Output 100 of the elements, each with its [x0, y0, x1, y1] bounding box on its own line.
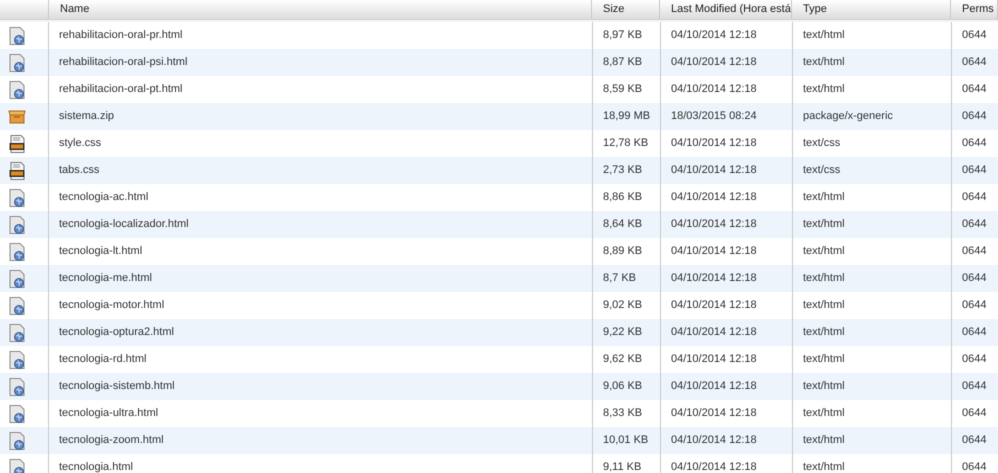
table-cell-text: 0644 — [962, 433, 986, 448]
table-cell-text: text/html — [803, 325, 845, 340]
table-cell-text: text/html — [803, 190, 845, 206]
web-page-icon — [9, 458, 25, 473]
table-cell-text: text/html — [803, 433, 845, 448]
table-cell-text: tecnologia-sistemb.html — [59, 379, 175, 394]
web-page-icon — [9, 242, 25, 260]
web-page-icon — [9, 270, 25, 288]
web-page-icon — [9, 80, 25, 98]
table-cell-text: 04/10/2014 12:18 — [671, 190, 757, 206]
web-page-icon — [9, 350, 25, 368]
table-cell-text: 04/10/2014 12:18 — [671, 298, 757, 314]
table-cell-text: 04/10/2014 12:18 — [671, 433, 757, 448]
table-cell-text: 9,11 KB — [603, 460, 642, 473]
table-cell-text: text/html — [803, 298, 845, 314]
css-file-icon — [9, 134, 25, 152]
table-cell-text: 04/10/2014 12:18 — [671, 55, 757, 70]
table-cell-text: text/html — [803, 244, 845, 260]
web-page-icon — [9, 404, 25, 422]
table-cell-text: 0644 — [962, 352, 986, 368]
table-cell-text: 04/10/2014 12:18 — [671, 460, 757, 473]
table-cell-text: 9,06 KB — [603, 379, 642, 394]
table-cell-text: rehabilitacion-oral-pr.html — [59, 28, 182, 44]
table-cell-text: 04/10/2014 12:18 — [671, 352, 757, 368]
table-cell-text: tecnologia-me.html — [59, 271, 152, 286]
table-cell-text: 04/10/2014 12:18 — [671, 271, 757, 286]
table-cell-text: 0644 — [962, 28, 986, 44]
table-cell-text: tecnologia-zoom.html — [59, 433, 164, 448]
table-cell-text: 04/10/2014 12:18 — [671, 406, 757, 422]
table-cell-text: text/html — [803, 406, 845, 422]
table-cell-text: 04/10/2014 12:18 — [671, 325, 757, 340]
table-cell-text: 8,33 KB — [603, 406, 642, 422]
file-row[interactable]: sistema.zip 18,99 MB 18/03/2015 08:24 package/x-generic 0644 — [0, 103, 998, 130]
table-cell-text: 0644 — [962, 55, 986, 70]
table-cell-text: text/html — [803, 82, 845, 98]
file-row[interactable]: tabs.css 2,73 KB 04/10/2014 12:18 text/css 0644 — [0, 157, 998, 184]
table-cell-text: rehabilitacion-oral-psi.html — [59, 55, 188, 70]
table-cell-text: style.css — [59, 136, 102, 152]
column-header[interactable]: Name — [60, 1, 90, 18]
table-cell-text: 0644 — [962, 136, 986, 152]
file-row[interactable]: tecnologia-zoom.html 10,01 KB 04/10/2014 12:18 text/html 0644 — [0, 427, 998, 454]
table-cell-text: tecnologia-lt.html — [59, 244, 142, 260]
table-cell-text: 8,87 KB — [603, 55, 642, 70]
table-cell-text: text/css — [803, 136, 840, 152]
table-cell-text: text/html — [803, 271, 845, 286]
table-cell-text: 04/10/2014 12:18 — [671, 244, 757, 260]
table-cell-text: 04/10/2014 12:18 — [671, 28, 757, 44]
table-cell-text: tecnologia-ac.html — [59, 190, 148, 206]
box-icon — [8, 110, 26, 124]
table-cell-text: 12,78 KB — [603, 136, 648, 152]
table-cell-text: 10,01 KB — [603, 433, 648, 448]
table-cell-text: 18/03/2015 08:24 — [671, 109, 757, 124]
table-cell-text: 04/10/2014 12:18 — [671, 217, 757, 232]
file-row[interactable]: tecnologia-sistemb.html 9,06 KB 04/10/2014 12:18 text/html 0644 — [0, 373, 998, 400]
web-page-icon — [9, 216, 25, 234]
table-cell-text: 04/10/2014 12:18 — [671, 379, 757, 394]
table-cell-text: package/x-generic — [803, 109, 893, 124]
web-page-icon — [9, 378, 25, 396]
table-cell-text: 18,99 MB — [603, 109, 650, 124]
table-cell-text: text/css — [803, 163, 840, 178]
table-cell-text: 04/10/2014 12:18 — [671, 82, 757, 98]
column-header[interactable]: Type — [803, 1, 827, 18]
table-cell-text: tecnologia-motor.html — [59, 298, 164, 314]
table-cell-text: text/html — [803, 55, 845, 70]
css-file-icon — [9, 162, 25, 180]
column-header[interactable]: Size — [603, 1, 624, 18]
web-page-icon — [9, 188, 25, 206]
table-cell-text: 8,7 KB — [603, 271, 636, 286]
table-cell-text: text/html — [803, 217, 845, 232]
table-cell-text: 0644 — [962, 406, 986, 422]
table-cell-text: text/html — [803, 28, 845, 44]
table-cell-text: 0644 — [962, 244, 986, 260]
table-cell-text: sistema.zip — [59, 109, 114, 124]
file-row[interactable]: tecnologia-me.html 8,7 KB 04/10/2014 12:18 text/html 0644 — [0, 265, 998, 292]
web-page-icon — [9, 324, 25, 342]
table-cell-text: tabs.css — [59, 163, 100, 178]
table-cell-text: text/html — [803, 352, 845, 368]
table-cell-text: tecnologia-rd.html — [59, 352, 146, 368]
table-cell-text: 0644 — [962, 109, 986, 124]
web-page-icon — [9, 54, 25, 72]
web-page-icon — [9, 296, 25, 314]
table-cell-text: 0644 — [962, 460, 986, 473]
file-row[interactable]: rehabilitacion-oral-psi.html 8,87 KB 04/10/2014 12:18 text/html 0644 — [0, 49, 998, 76]
table-cell-text: tecnologia-optura2.html — [59, 325, 174, 340]
column-header[interactable]: Last Modified (Hora está — [671, 1, 791, 18]
table-cell-text: 04/10/2014 12:18 — [671, 136, 757, 152]
table-cell-text: text/html — [803, 460, 845, 473]
table-cell-text: 8,59 KB — [603, 82, 642, 98]
table-cell-text: tecnologia-localizador.html — [59, 217, 189, 232]
table-cell-text: 9,22 KB — [603, 325, 642, 340]
table-cell-text: 0644 — [962, 190, 986, 206]
table-cell-text: rehabilitacion-oral-pt.html — [59, 82, 182, 98]
table-cell-text: 8,64 KB — [603, 217, 642, 232]
column-header[interactable]: Perms — [962, 1, 994, 18]
table-cell-text: 0644 — [962, 163, 986, 178]
web-page-icon — [9, 26, 25, 44]
web-page-icon — [9, 432, 25, 450]
table-cell-text: 0644 — [962, 298, 986, 314]
file-row[interactable]: tecnologia-localizador.html 8,64 KB 04/10/2014 12:18 text/html 0644 — [0, 211, 998, 238]
file-row[interactable]: tecnologia-optura2.html 9,22 KB 04/10/2014 12:18 text/html 0644 — [0, 319, 998, 346]
